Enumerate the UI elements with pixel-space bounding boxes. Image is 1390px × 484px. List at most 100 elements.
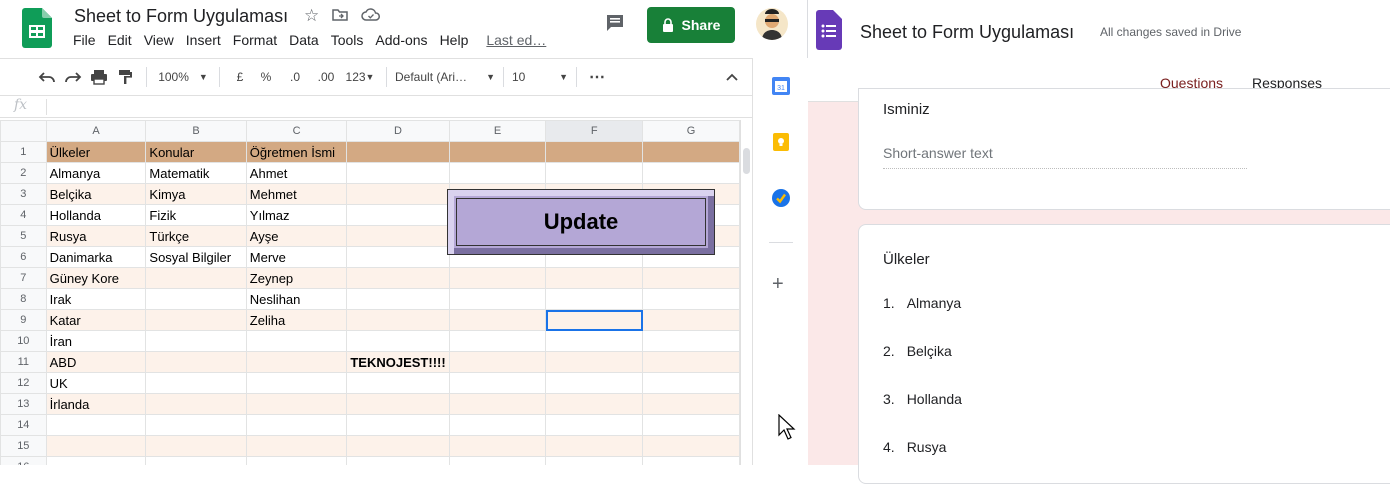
grid-cell[interactable] <box>346 141 450 163</box>
sheets-logo-icon[interactable] <box>22 8 52 48</box>
grid-cell[interactable]: Ahmet <box>245 162 348 184</box>
row-header[interactable]: 15 <box>0 435 47 457</box>
decrease-decimal-button[interactable]: .0 <box>280 65 310 89</box>
form-title[interactable]: Sheet to Form Uygulaması <box>860 22 1074 43</box>
menu-file[interactable]: File <box>73 32 102 48</box>
grid-cell[interactable] <box>245 435 348 457</box>
grid-cell[interactable] <box>545 372 644 394</box>
row-header[interactable]: 11 <box>0 351 47 373</box>
grid-cell[interactable] <box>145 456 247 465</box>
row-header[interactable]: 10 <box>0 330 47 352</box>
row-header[interactable]: 14 <box>0 414 47 436</box>
zoom-select[interactable]: 100% ▼ <box>155 65 211 89</box>
menu-insert[interactable]: Insert <box>186 32 227 48</box>
grid-cell[interactable] <box>145 267 247 289</box>
grid-cell[interactable] <box>346 393 450 415</box>
grid-cell[interactable] <box>642 267 740 289</box>
column-header[interactable]: D <box>346 120 450 142</box>
grid-cell[interactable]: Zeliha <box>245 309 348 331</box>
grid-cell[interactable]: Merve <box>245 246 348 268</box>
grid-cell[interactable] <box>245 351 348 373</box>
grid-cell[interactable] <box>245 330 348 352</box>
option-item[interactable]: 1. Almanya <box>883 295 961 311</box>
grid-cell[interactable]: ABD <box>45 351 147 373</box>
calendar-icon[interactable]: 31 <box>771 76 791 96</box>
grid-cell[interactable] <box>346 288 450 310</box>
grid-cell[interactable] <box>45 456 147 465</box>
row-header[interactable]: 8 <box>0 288 47 310</box>
menu-edit[interactable]: Edit <box>108 32 138 48</box>
row-header[interactable]: 2 <box>0 162 47 184</box>
grid-cell[interactable]: UK <box>45 372 147 394</box>
star-icon[interactable]: ☆ <box>304 6 319 26</box>
grid-cell[interactable]: Öğretmen İsmi <box>245 141 348 163</box>
grid-cell[interactable] <box>642 288 740 310</box>
cloud-status-icon[interactable] <box>361 6 381 24</box>
grid-cell[interactable] <box>346 246 450 268</box>
comment-history-icon[interactable] <box>604 12 626 34</box>
grid-cell[interactable] <box>45 414 147 436</box>
grid-cell[interactable] <box>346 435 450 457</box>
grid-cell[interactable]: Almanya <box>45 162 147 184</box>
grid-cell[interactable] <box>545 309 644 331</box>
grid-cell[interactable] <box>346 372 450 394</box>
grid-cell[interactable] <box>245 372 348 394</box>
option-item[interactable]: 2. Belçika <box>883 343 952 359</box>
currency-format-button[interactable]: £ <box>228 65 252 89</box>
row-header[interactable]: 3 <box>0 183 47 205</box>
question-card-name[interactable]: Isminiz Short-answer text <box>858 88 1390 210</box>
grid-cell[interactable] <box>642 141 740 163</box>
grid-cell[interactable] <box>642 414 740 436</box>
grid-cell[interactable] <box>346 225 450 247</box>
grid-cell[interactable]: İrlanda <box>45 393 147 415</box>
grid-cell[interactable] <box>45 435 147 457</box>
more-formats-button[interactable]: 123 ▼ <box>342 65 378 89</box>
option-item[interactable]: 3. Hollanda <box>883 391 962 407</box>
row-header[interactable]: 1 <box>0 141 47 163</box>
grid-cell[interactable]: Sosyal Bilgiler <box>145 246 247 268</box>
grid-cell[interactable] <box>642 456 740 465</box>
grid-cell[interactable] <box>346 456 450 465</box>
add-addon-icon[interactable]: + <box>772 274 784 294</box>
grid-cell[interactable] <box>545 435 644 457</box>
grid-cell[interactable]: Matematik <box>145 162 247 184</box>
column-header[interactable]: E <box>448 120 547 142</box>
grid-cell[interactable]: Ülkeler <box>45 141 147 163</box>
grid-cell[interactable] <box>145 351 247 373</box>
grid-cell[interactable] <box>642 393 740 415</box>
menu-tools[interactable]: Tools <box>331 32 370 48</box>
grid-cell[interactable] <box>448 267 547 289</box>
last-edit-link[interactable]: Last ed… <box>486 32 552 48</box>
grid-cell[interactable] <box>642 351 740 373</box>
spreadsheet-grid[interactable]: A B C D E F G 1 Ülkeler Konular Öğretmen İs… <box>0 120 740 465</box>
grid-cell[interactable] <box>642 162 740 184</box>
grid-cell[interactable] <box>346 267 450 289</box>
select-all-corner[interactable] <box>0 120 47 142</box>
grid-cell[interactable] <box>448 372 547 394</box>
grid-cell[interactable] <box>448 456 547 465</box>
formula-bar[interactable]: fx <box>0 96 752 118</box>
grid-cell[interactable]: Hollanda <box>45 204 147 226</box>
grid-cell[interactable] <box>545 267 644 289</box>
row-header[interactable]: 5 <box>0 225 47 247</box>
grid-cell[interactable] <box>145 435 247 457</box>
collapse-toolbar-icon[interactable] <box>720 65 744 89</box>
menu-view[interactable]: View <box>144 32 180 48</box>
grid-cell[interactable] <box>346 414 450 436</box>
grid-cell[interactable] <box>346 330 450 352</box>
grid-cell[interactable] <box>448 141 547 163</box>
grid-cell[interactable]: Neslihan <box>245 288 348 310</box>
grid-cell[interactable] <box>145 288 247 310</box>
grid-cell[interactable] <box>545 141 644 163</box>
keep-icon[interactable] <box>771 132 791 152</box>
grid-cell[interactable] <box>545 456 644 465</box>
grid-cell[interactable]: Ayşe <box>245 225 348 247</box>
grid-cell[interactable] <box>145 309 247 331</box>
forms-logo-icon[interactable] <box>816 10 842 50</box>
grid-cell[interactable]: Zeynep <box>245 267 348 289</box>
grid-cell[interactable] <box>448 330 547 352</box>
column-header[interactable]: B <box>145 120 247 142</box>
short-answer-field[interactable]: Short-answer text <box>883 145 1247 169</box>
grid-cell[interactable] <box>642 309 740 331</box>
row-header[interactable]: 16 <box>0 456 47 465</box>
